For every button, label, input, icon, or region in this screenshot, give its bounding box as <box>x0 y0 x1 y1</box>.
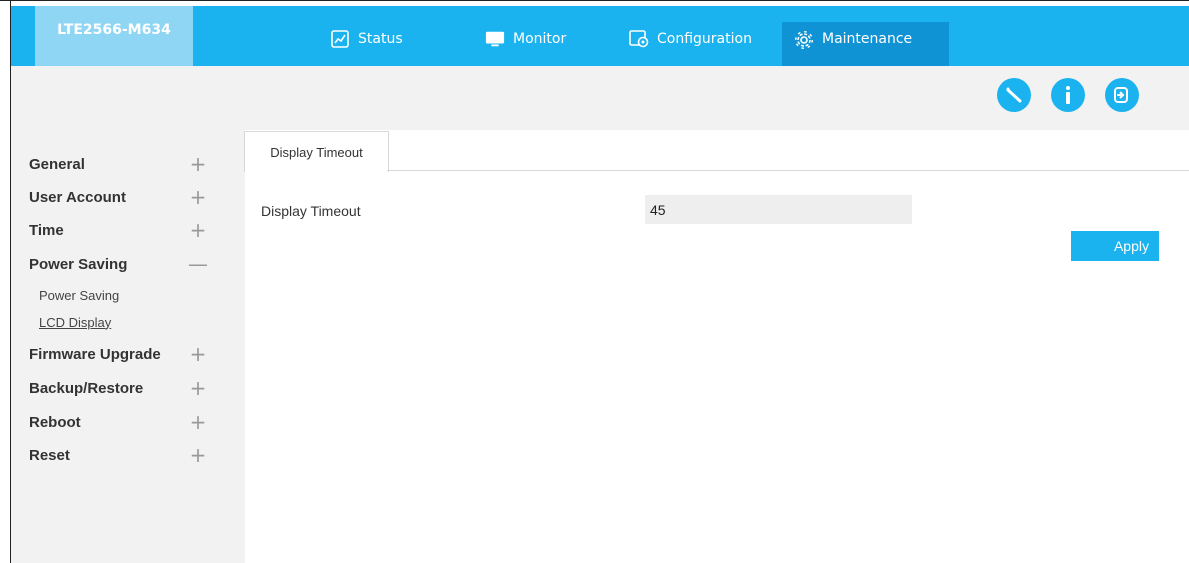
gear-icon <box>794 30 814 50</box>
sidebar-item-label: Firmware Upgrade <box>29 345 161 363</box>
wizard-icon <box>1006 87 1022 103</box>
expand-user-account-icon[interactable]: + <box>187 185 209 209</box>
sidebar-item-label: General <box>29 155 85 173</box>
nav-tab-status-label: Status <box>358 31 403 47</box>
wizard-button[interactable] <box>997 78 1031 112</box>
nav-tab-monitor-label: Monitor <box>513 31 567 47</box>
collapse-power-saving-icon[interactable]: — <box>187 252 209 276</box>
expand-time-icon[interactable]: + <box>187 218 209 242</box>
tab-display-timeout[interactable]: Display Timeout <box>244 131 389 172</box>
logout-icon <box>1114 87 1128 103</box>
sidebar-item-label: Time <box>29 221 64 239</box>
expand-general-icon[interactable]: + <box>187 152 209 176</box>
frame-top-border <box>0 0 1189 1</box>
sidebar-item-label: Reset <box>29 446 70 464</box>
display-timeout-input[interactable] <box>645 195 912 224</box>
info-icon <box>1066 86 1070 104</box>
logout-button[interactable] <box>1105 78 1139 112</box>
nav-tab-configuration-label: Configuration <box>657 31 752 47</box>
sidebar-item-label: Power Saving <box>29 255 128 273</box>
sidebar-item-label: Backup/Restore <box>29 379 144 397</box>
sidebar-subitem-lcd-display[interactable]: LCD Display <box>39 312 111 332</box>
tab-divider <box>387 170 1189 171</box>
sidebar-menu: General + User Account + Time + Power Sa… <box>11 130 245 563</box>
expand-reset-icon[interactable]: + <box>187 443 209 467</box>
nav-tab-status[interactable]: Status <box>318 22 415 56</box>
monitor-icon <box>485 30 505 48</box>
nav-tab-maintenance-label: Maintenance <box>822 31 913 47</box>
nav-tab-configuration[interactable]: Configuration <box>617 22 764 56</box>
top-nav-bar: LTE2566-M634 Status Monitor Configuratio… <box>11 6 1189 66</box>
toolbar <box>11 66 1189 130</box>
nav-tab-maintenance[interactable]: Maintenance <box>782 22 949 66</box>
display-timeout-label: Display Timeout <box>261 203 361 219</box>
sidebar-item-label: User Account <box>29 188 126 206</box>
sidebar-subitem-power-saving[interactable]: Power Saving <box>39 285 119 305</box>
sidebar-item-label: Reboot <box>29 413 81 431</box>
expand-firmware-upgrade-icon[interactable]: + <box>187 342 209 366</box>
brand-model-name: LTE2566-M634 <box>35 6 193 66</box>
status-icon <box>330 30 350 48</box>
expand-reboot-icon[interactable]: + <box>187 410 209 434</box>
expand-backup-restore-icon[interactable]: + <box>187 376 209 400</box>
info-button[interactable] <box>1051 78 1085 112</box>
nav-tab-monitor[interactable]: Monitor <box>473 22 578 56</box>
apply-button[interactable]: Apply <box>1071 231 1159 261</box>
configuration-icon <box>629 30 649 48</box>
